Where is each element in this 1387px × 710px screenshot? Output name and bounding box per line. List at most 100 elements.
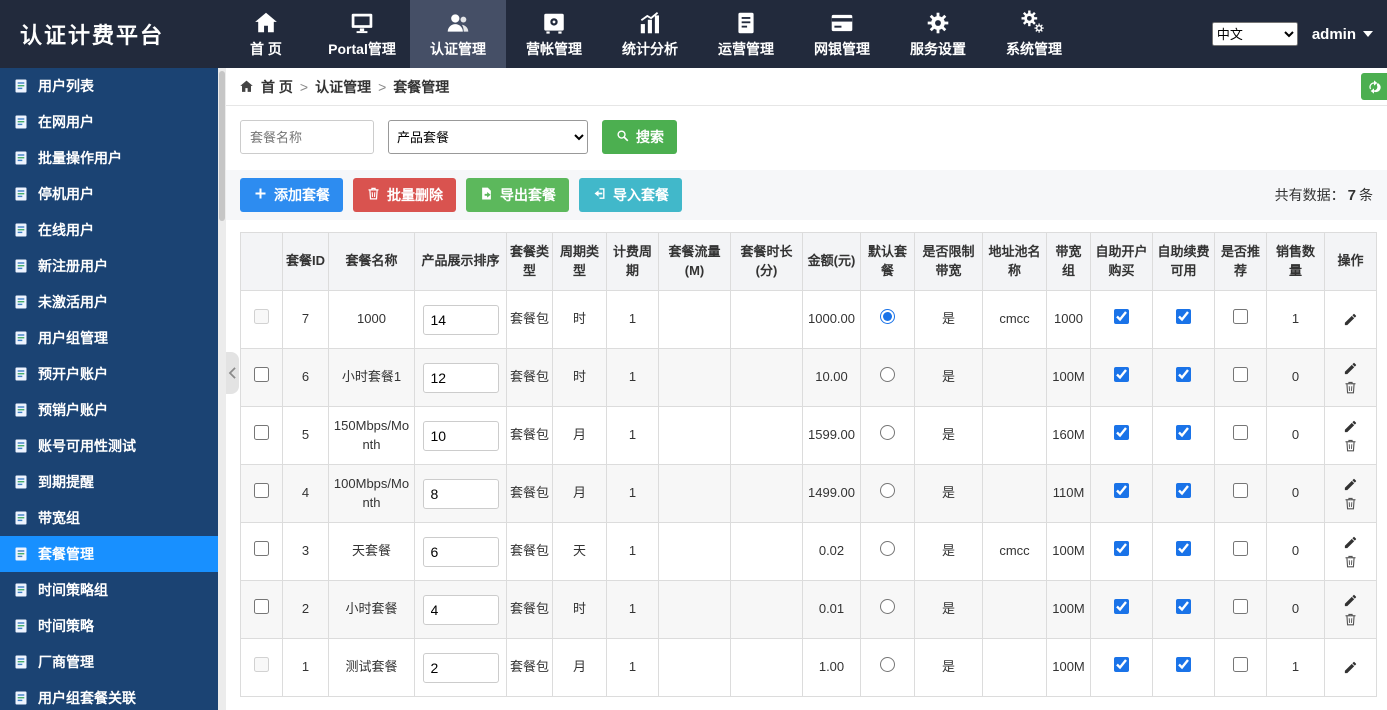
default-package-radio[interactable] bbox=[880, 541, 895, 557]
nav-item-home[interactable]: 首 页 bbox=[218, 0, 314, 68]
cell-period-type: 月 bbox=[552, 464, 607, 523]
breadcrumb-auth-management[interactable]: 认证管理 bbox=[315, 77, 371, 97]
sidebar-item[interactable]: 停机用户 bbox=[0, 176, 218, 212]
recommend-checkbox[interactable] bbox=[1233, 541, 1248, 557]
self-renew-checkbox[interactable] bbox=[1176, 309, 1191, 325]
self-renew-checkbox[interactable] bbox=[1176, 541, 1191, 557]
language-select[interactable]: 中文 bbox=[1211, 22, 1298, 46]
sidebar-item[interactable]: 新注册用户 bbox=[0, 248, 218, 284]
nav-item-service-settings[interactable]: 服务设置 bbox=[890, 0, 986, 68]
import-package-button[interactable]: 导入套餐 bbox=[579, 178, 682, 212]
self-purchase-checkbox[interactable] bbox=[1114, 425, 1129, 441]
row-select-checkbox[interactable] bbox=[254, 367, 269, 383]
package-type-select[interactable]: 产品套餐 bbox=[388, 120, 588, 154]
delete-icon[interactable] bbox=[1343, 496, 1358, 511]
delete-icon[interactable] bbox=[1343, 438, 1358, 453]
nav-item-system[interactable]: 系统管理 bbox=[986, 0, 1082, 68]
sidebar-item[interactable]: 预销户账户 bbox=[0, 392, 218, 428]
default-package-radio[interactable] bbox=[880, 309, 895, 325]
sort-order-input[interactable] bbox=[422, 652, 499, 683]
row-select-checkbox[interactable] bbox=[254, 599, 269, 615]
sort-order-input[interactable] bbox=[422, 304, 499, 335]
sidebar-item[interactable]: 厂商管理 bbox=[0, 644, 218, 680]
package-name-input[interactable] bbox=[240, 120, 374, 154]
sidebar-item[interactable]: 未激活用户 bbox=[0, 284, 218, 320]
cell-sort bbox=[414, 638, 507, 697]
sidebar-item[interactable]: 用户组套餐关联 bbox=[0, 680, 218, 710]
recommend-checkbox[interactable] bbox=[1233, 425, 1248, 441]
delete-icon[interactable] bbox=[1343, 380, 1358, 395]
sort-order-input[interactable] bbox=[422, 362, 499, 393]
default-package-radio[interactable] bbox=[880, 367, 895, 383]
sidebar-item[interactable]: 预开户账户 bbox=[0, 356, 218, 392]
edit-icon[interactable] bbox=[1343, 312, 1358, 327]
sort-order-input[interactable] bbox=[422, 536, 499, 567]
edit-icon[interactable] bbox=[1343, 361, 1358, 376]
scrollbar-thumb[interactable] bbox=[219, 71, 225, 221]
row-select-checkbox[interactable] bbox=[254, 541, 269, 557]
self-renew-checkbox[interactable] bbox=[1176, 367, 1191, 383]
sidebar-item[interactable]: 套餐管理 bbox=[0, 536, 218, 572]
search-button[interactable]: 搜索 bbox=[602, 120, 677, 154]
nav-item-operations[interactable]: 运营管理 bbox=[698, 0, 794, 68]
sidebar-item[interactable]: 时间策略 bbox=[0, 608, 218, 644]
self-renew-checkbox[interactable] bbox=[1176, 425, 1191, 441]
sidebar-item[interactable]: 时间策略组 bbox=[0, 572, 218, 608]
self-renew-checkbox[interactable] bbox=[1176, 599, 1191, 615]
recommend-checkbox[interactable] bbox=[1233, 657, 1248, 673]
delete-icon[interactable] bbox=[1343, 554, 1358, 569]
default-package-radio[interactable] bbox=[880, 425, 895, 441]
user-menu[interactable]: admin bbox=[1312, 26, 1373, 43]
breadcrumb-home[interactable]: 首 页 bbox=[261, 77, 293, 97]
refresh-button[interactable] bbox=[1361, 73, 1387, 100]
row-select-checkbox[interactable] bbox=[254, 425, 269, 441]
default-package-radio[interactable] bbox=[880, 483, 895, 499]
sort-order-input[interactable] bbox=[422, 594, 499, 625]
self-purchase-checkbox[interactable] bbox=[1114, 309, 1129, 325]
sidebar-item[interactable]: 在线用户 bbox=[0, 212, 218, 248]
sidebar-item[interactable]: 账号可用性测试 bbox=[0, 428, 218, 464]
self-renew-checkbox[interactable] bbox=[1176, 657, 1191, 673]
self-purchase-checkbox[interactable] bbox=[1114, 541, 1129, 557]
recommend-checkbox[interactable] bbox=[1233, 367, 1248, 383]
add-package-button[interactable]: 添加套餐 bbox=[240, 178, 343, 212]
row-select-checkbox[interactable] bbox=[254, 309, 269, 325]
edit-icon[interactable] bbox=[1343, 660, 1358, 675]
batch-delete-button[interactable]: 批量删除 bbox=[353, 178, 456, 212]
recommend-checkbox[interactable] bbox=[1233, 599, 1248, 615]
self-renew-checkbox[interactable] bbox=[1176, 483, 1191, 499]
export-package-label: 导出套餐 bbox=[500, 187, 556, 203]
default-package-radio[interactable] bbox=[880, 657, 895, 673]
sidebar-item[interactable]: 用户列表 bbox=[0, 68, 218, 104]
self-purchase-checkbox[interactable] bbox=[1114, 657, 1129, 673]
self-purchase-checkbox[interactable] bbox=[1114, 599, 1129, 615]
sort-order-input[interactable] bbox=[422, 478, 499, 509]
delete-icon[interactable] bbox=[1343, 612, 1358, 627]
sidebar-item[interactable]: 带宽组 bbox=[0, 500, 218, 536]
nav-item-ebank[interactable]: 网银管理 bbox=[794, 0, 890, 68]
cell-default bbox=[860, 290, 915, 349]
default-package-radio[interactable] bbox=[880, 599, 895, 615]
edit-icon[interactable] bbox=[1343, 419, 1358, 434]
edit-icon[interactable] bbox=[1343, 593, 1358, 608]
sidebar-collapse-handle[interactable] bbox=[226, 352, 239, 394]
row-select-checkbox[interactable] bbox=[254, 483, 269, 499]
self-purchase-checkbox[interactable] bbox=[1114, 367, 1129, 383]
nav-item-stats[interactable]: 统计分析 bbox=[602, 0, 698, 68]
sidebar-item[interactable]: 在网用户 bbox=[0, 104, 218, 140]
nav-item-billing[interactable]: 营帐管理 bbox=[506, 0, 602, 68]
sidebar-item[interactable]: 批量操作用户 bbox=[0, 140, 218, 176]
nav-item-portal[interactable]: Portal管理 bbox=[314, 0, 410, 68]
edit-icon[interactable] bbox=[1343, 535, 1358, 550]
sort-order-input[interactable] bbox=[422, 420, 499, 451]
sidebar-item[interactable]: 到期提醒 bbox=[0, 464, 218, 500]
export-package-button[interactable]: 导出套餐 bbox=[466, 178, 569, 212]
recommend-checkbox[interactable] bbox=[1233, 483, 1248, 499]
edit-icon[interactable] bbox=[1343, 477, 1358, 492]
row-select-checkbox[interactable] bbox=[254, 657, 269, 673]
sidebar-item[interactable]: 用户组管理 bbox=[0, 320, 218, 356]
self-purchase-checkbox[interactable] bbox=[1114, 483, 1129, 499]
recommend-checkbox[interactable] bbox=[1233, 309, 1248, 325]
sidebar-scrollbar[interactable] bbox=[218, 68, 226, 710]
nav-item-auth[interactable]: 认证管理 bbox=[410, 0, 506, 68]
